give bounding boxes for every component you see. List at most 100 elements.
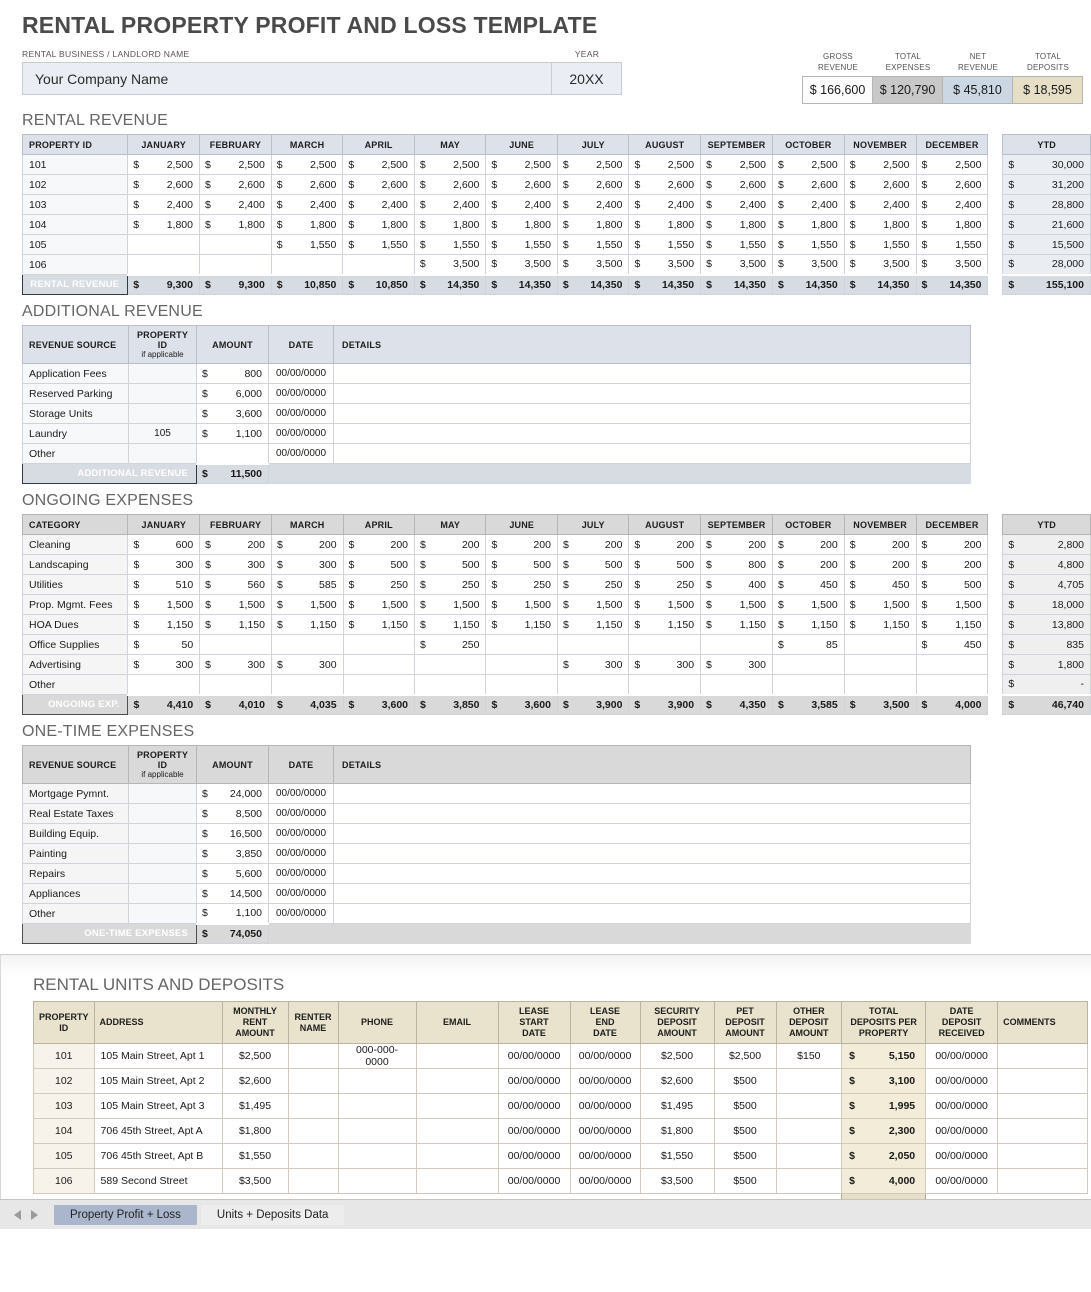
table-cell[interactable] [844,675,916,695]
table-cell[interactable]: $510 [128,575,200,595]
table-cell[interactable]: $4,000 [916,695,988,715]
other-deposit-cell[interactable] [776,1119,842,1144]
details-cell[interactable] [334,404,971,424]
table-cell[interactable]: $2,500 [271,155,343,175]
date-cell[interactable]: 00/00/0000 [269,904,334,924]
lease-start-cell[interactable]: 00/00/0000 [498,1069,570,1094]
table-cell[interactable] [916,655,988,675]
table-cell[interactable]: $250 [629,575,701,595]
table-cell[interactable]: $2,400 [199,195,271,215]
table-cell[interactable]: $300 [128,655,200,675]
table-cell[interactable]: $4,010 [200,695,272,715]
date-cell[interactable]: 00/00/0000 [269,844,334,864]
row-label[interactable]: Building Equip. [23,824,129,844]
table-cell[interactable]: $250 [486,575,557,595]
table-cell[interactable]: $200 [200,535,272,555]
table-cell[interactable]: $- [1003,675,1091,695]
table-cell[interactable]: $3,850 [415,695,486,715]
details-cell[interactable] [334,364,971,384]
table-cell[interactable] [199,235,271,255]
table-cell[interactable]: $28,800 [1003,195,1091,215]
table-cell[interactable]: $500 [343,555,414,575]
monthly-rent-cell[interactable]: $2,500 [222,1044,288,1069]
table-cell[interactable]: $3,500 [772,255,844,275]
table-cell[interactable]: $200 [772,555,844,575]
table-cell[interactable]: $2,600 [701,175,773,195]
table-cell[interactable]: $2,500 [772,155,844,175]
pet-deposit-cell[interactable]: $500 [714,1069,776,1094]
table-cell[interactable]: $3,500 [486,255,558,275]
lease-end-cell[interactable]: 00/00/0000 [570,1069,640,1094]
lease-start-cell[interactable]: 00/00/0000 [498,1144,570,1169]
table-cell[interactable]: $1,550 [916,235,988,255]
address-cell[interactable]: 105 Main Street, Apt 2 [94,1069,222,1094]
table-cell[interactable]: $1,150 [343,615,414,635]
phone-cell[interactable] [338,1144,416,1169]
table-cell[interactable]: $14,350 [486,275,558,295]
comments-cell[interactable] [998,1044,1088,1069]
table-cell[interactable] [200,635,272,655]
date-received-cell[interactable]: 00/00/0000 [926,1144,998,1169]
table-cell[interactable]: $300 [557,655,628,675]
table-cell[interactable]: $14,350 [557,275,629,295]
table-cell[interactable]: $155,100 [1003,275,1091,295]
table-cell[interactable]: $2,400 [772,195,844,215]
table-cell[interactable]: $14,350 [772,275,844,295]
row-label[interactable]: Laundry [23,424,129,444]
table-cell[interactable] [128,255,200,275]
table-cell[interactable] [200,675,272,695]
address-cell[interactable]: 706 45th Street, Apt A [94,1119,222,1144]
table-cell[interactable]: $50 [128,635,200,655]
renter-name-cell[interactable] [288,1094,338,1119]
table-cell[interactable]: $1,800 [629,215,701,235]
table-cell[interactable]: $1,550 [772,235,844,255]
table-cell[interactable]: $1,500 [486,595,557,615]
table-cell[interactable] [271,635,343,655]
table-cell[interactable]: $2,500 [414,155,486,175]
table-cell[interactable]: $835 [1003,635,1091,655]
table-cell[interactable]: $3,585 [772,695,844,715]
security-deposit-cell[interactable]: $3,500 [640,1169,714,1194]
table-cell[interactable] [629,675,701,695]
table-cell[interactable]: $250 [343,575,414,595]
row-label[interactable]: Storage Units [23,404,129,424]
table-cell[interactable]: $1,550 [629,235,701,255]
date-received-cell[interactable]: 00/00/0000 [926,1119,998,1144]
property-id-cell[interactable] [129,384,197,404]
table-cell[interactable]: $3,850 [197,844,269,864]
table-cell[interactable]: $14,350 [844,275,916,295]
business-name-input[interactable]: Your Company Name [22,62,552,95]
table-cell[interactable]: $1,150 [772,615,844,635]
table-cell[interactable]: $800 [701,555,773,575]
table-cell[interactable] [844,655,916,675]
table-cell[interactable]: $2,500 [557,155,629,175]
email-cell[interactable] [416,1119,498,1144]
table-cell[interactable]: $200 [844,555,916,575]
row-label[interactable]: Other [23,444,129,464]
table-cell[interactable]: $3,500 [916,255,988,275]
pet-deposit-cell[interactable]: $500 [714,1119,776,1144]
table-cell[interactable]: $250 [415,575,486,595]
table-cell[interactable]: $14,500 [197,884,269,904]
property-id-cell[interactable]: 106 [34,1169,95,1194]
table-cell[interactable]: $1,500 [415,595,486,615]
details-cell[interactable] [334,884,971,904]
table-cell[interactable]: $2,400 [701,195,773,215]
sheet-nav-arrows[interactable] [8,1210,38,1220]
row-label[interactable]: HOA Dues [23,615,128,635]
table-cell[interactable]: $560 [200,575,272,595]
table-cell[interactable]: $1,550 [844,235,916,255]
email-cell[interactable] [416,1144,498,1169]
table-cell[interactable]: $1,100 [197,424,269,444]
table-cell[interactable] [557,675,628,695]
table-cell[interactable]: $1,550 [557,235,629,255]
security-deposit-cell[interactable]: $1,550 [640,1144,714,1169]
table-cell[interactable]: $21,600 [1003,215,1091,235]
date-cell[interactable]: 00/00/0000 [269,804,334,824]
table-cell[interactable]: $2,600 [772,175,844,195]
row-label[interactable]: Repairs [23,864,129,884]
table-cell[interactable] [343,655,414,675]
table-cell[interactable]: $1,800 [271,215,343,235]
renter-name-cell[interactable] [288,1119,338,1144]
table-cell[interactable]: $2,600 [844,175,916,195]
